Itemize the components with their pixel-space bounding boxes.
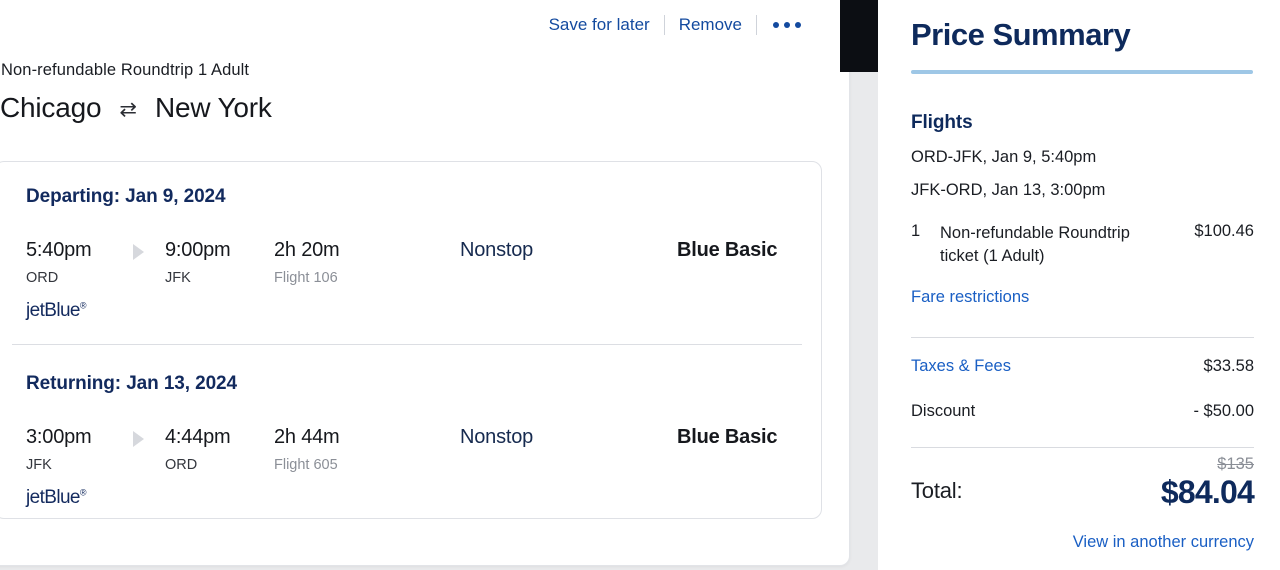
price-summary-title: Price Summary	[911, 17, 1131, 52]
flight-number: Flight 605	[274, 457, 338, 473]
cabin-class-label: Blue Basic	[677, 239, 778, 261]
airline-trademark-icon: ®	[79, 487, 87, 498]
airline-name: jetBlue	[26, 300, 81, 321]
summary-divider-2	[911, 447, 1254, 448]
view-in-another-currency-link[interactable]: View in another currency	[1073, 533, 1254, 552]
cabin-class-label: Blue Basic	[677, 426, 778, 448]
price-summary-panel: Price Summary Flights ORD-JFK, Jan 9, 5:…	[878, 0, 1280, 570]
page-edge-strip	[840, 0, 878, 72]
flight-number: Flight 106	[274, 270, 338, 286]
flight-direction-arrow-icon	[133, 431, 144, 447]
leg-title-departing: Departing: Jan 9, 2024	[26, 186, 226, 207]
departure-time: 5:40pm	[26, 239, 92, 261]
arrival-time: 4:44pm	[165, 426, 231, 448]
arrival-airport-code: JFK	[165, 270, 191, 286]
flight-duration: 2h 44m	[274, 426, 340, 448]
total-original-price: $135	[1217, 455, 1254, 473]
departure-airport-code: JFK	[26, 457, 52, 473]
taxes-and-fees-value: $33.58	[1203, 357, 1254, 375]
ticket-price-value: $100.46	[1194, 222, 1254, 240]
flights-section-heading: Flights	[911, 112, 973, 133]
ticket-description: Non-refundable Roundtrip ticket (1 Adult…	[940, 224, 1130, 265]
title-underline-rule	[911, 70, 1253, 74]
fare-restrictions-link[interactable]: Fare restrictions	[911, 288, 1029, 307]
destination-city: New York	[154, 92, 272, 123]
summary-flight-line-outbound: ORD-JFK, Jan 9, 5:40pm	[911, 148, 1097, 166]
stops-label: Nonstop	[460, 239, 534, 261]
more-options-icon[interactable]	[757, 22, 815, 28]
taxes-and-fees-link[interactable]: Taxes & Fees	[911, 357, 1011, 376]
fare-type-label: Non-refundable Roundtrip 1 Adult	[1, 61, 250, 79]
ticket-quantity: 1	[911, 222, 921, 240]
summary-flight-line-return: JFK-ORD, Jan 13, 3:00pm	[911, 181, 1106, 199]
total-label: Total:	[911, 478, 963, 503]
discount-value: - $50.00	[1193, 402, 1254, 420]
total-amount: $84.04	[1160, 474, 1255, 510]
remove-link[interactable]: Remove	[665, 13, 756, 37]
origin-city: Chicago	[0, 92, 102, 123]
airline-trademark-icon: ®	[79, 300, 87, 311]
stops-label: Nonstop	[460, 426, 534, 448]
arrival-airport-code: ORD	[165, 457, 198, 473]
arrival-time: 9:00pm	[165, 239, 231, 261]
jetblue-logo: jetBlue®	[26, 300, 87, 322]
flight-duration: 2h 20m	[274, 239, 340, 261]
airline-name: jetBlue	[26, 487, 81, 508]
leg-divider	[12, 344, 802, 345]
itinerary-actions: Save for later Remove	[535, 13, 815, 37]
departure-airport-code: ORD	[26, 270, 59, 286]
summary-divider-1	[911, 337, 1254, 338]
departure-time: 3:00pm	[26, 426, 92, 448]
booking-checkout-screen: Save for later Remove Non-refundable Rou…	[0, 0, 1280, 570]
itinerary-card: Save for later Remove Non-refundable Rou…	[0, 0, 850, 566]
flight-direction-arrow-icon	[133, 244, 144, 260]
jetblue-logo: jetBlue®	[26, 487, 87, 509]
save-for-later-link[interactable]: Save for later	[535, 13, 664, 37]
discount-label: Discount	[911, 402, 976, 420]
leg-title-returning: Returning: Jan 13, 2024	[26, 373, 237, 394]
route-header: Chicago ⇄ New York	[0, 92, 272, 124]
swap-arrows-icon: ⇄	[119, 97, 137, 121]
flights-detail-box: Departing: Jan 9, 2024 5:40pm ORD 9:00pm…	[0, 161, 822, 519]
